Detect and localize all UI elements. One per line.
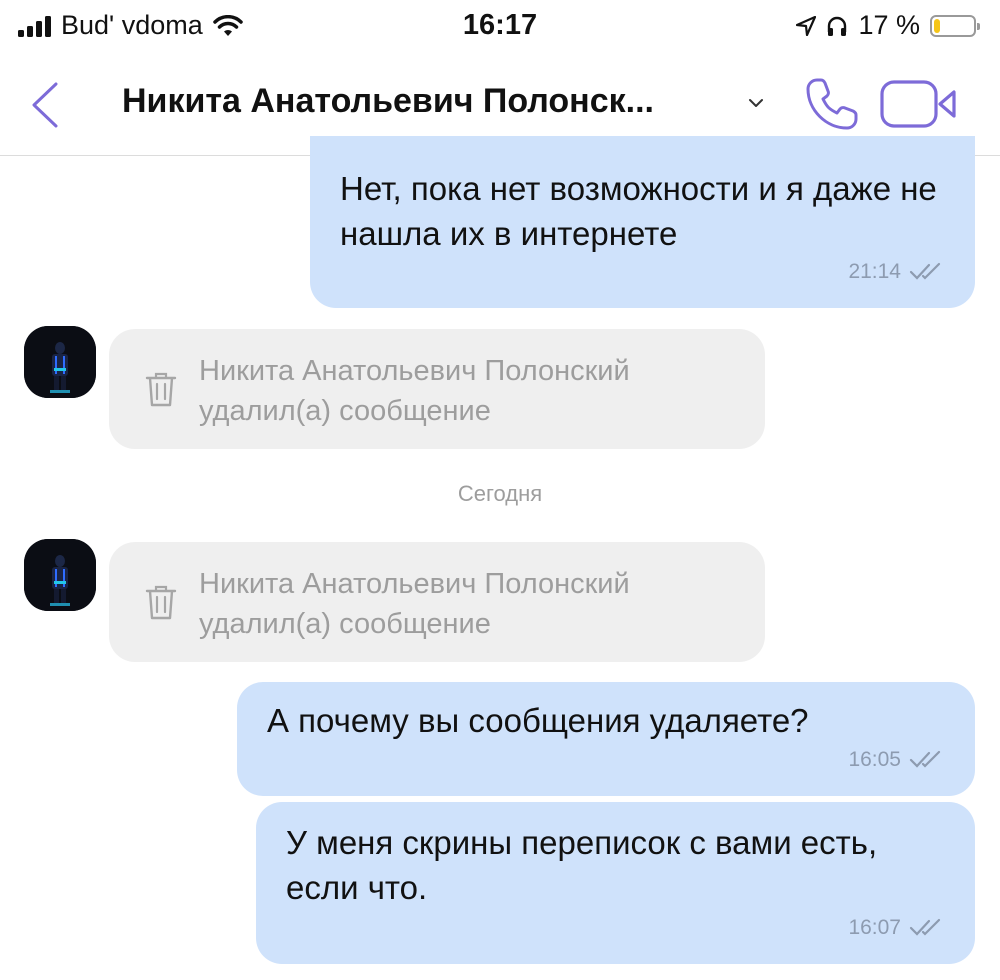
date-separator: Сегодня: [457, 481, 543, 506]
message-meta: 16:07: [848, 905, 945, 950]
trash-icon: [145, 585, 177, 620]
trash-icon: [145, 372, 177, 407]
deleted-message[interactable]: Никита Анатольевич Полонский удалил(а) с…: [109, 542, 765, 662]
back-chevron-icon[interactable]: [26, 80, 66, 130]
location-arrow-icon: [796, 15, 817, 36]
video-camera-icon[interactable]: [878, 76, 962, 132]
avatar-image: [24, 326, 96, 398]
avatar[interactable]: [24, 539, 96, 611]
phone-icon[interactable]: [802, 74, 862, 134]
battery-icon: [930, 14, 980, 37]
deleted-notice: Никита Анатольевич Полонский удалил(а) с…: [199, 568, 630, 640]
message-text: У меня скрины переписок с вами есть, есл…: [286, 824, 878, 906]
battery-level: [934, 18, 940, 33]
deleted-message[interactable]: Никита Анатольевич Полонский удалил(а) с…: [109, 329, 765, 449]
headphones-icon: [828, 16, 847, 36]
message-meta: 16:05: [848, 737, 945, 782]
dropdown-chevron-icon[interactable]: [745, 92, 767, 114]
avatar[interactable]: [24, 326, 96, 398]
double-check-icon: [909, 262, 941, 280]
message-text: Нет, пока нет возможности и я даже не на…: [340, 170, 937, 252]
outgoing-message[interactable]: Нет, пока нет возможности и я даже не на…: [310, 136, 975, 308]
status-bar: Bud' vdoma 16:17 17 %: [0, 0, 1000, 52]
message-time: 16:05: [848, 748, 901, 771]
status-right: 17 %: [796, 10, 980, 41]
battery-percent: 17 %: [858, 10, 920, 40]
contact-name[interactable]: Никита Анатольевич Полонск...: [122, 82, 654, 121]
outgoing-message[interactable]: У меня скрины переписок с вами есть, есл…: [256, 802, 975, 964]
message-time: 21:14: [848, 260, 901, 283]
double-check-icon: [909, 918, 941, 936]
outgoing-message[interactable]: А почему вы сообщения удаляете? 16:05: [237, 682, 975, 796]
double-check-icon: [909, 750, 941, 768]
chat-area[interactable]: Нет, пока нет возможности и я даже не на…: [0, 136, 1000, 980]
message-text: А почему вы сообщения удаляете?: [267, 702, 809, 739]
deleted-notice: Никита Анатольевич Полонский удалил(а) с…: [199, 355, 630, 427]
message-meta: 21:14: [848, 249, 945, 294]
avatar-image: [24, 539, 96, 611]
message-time: 16:07: [848, 916, 901, 939]
